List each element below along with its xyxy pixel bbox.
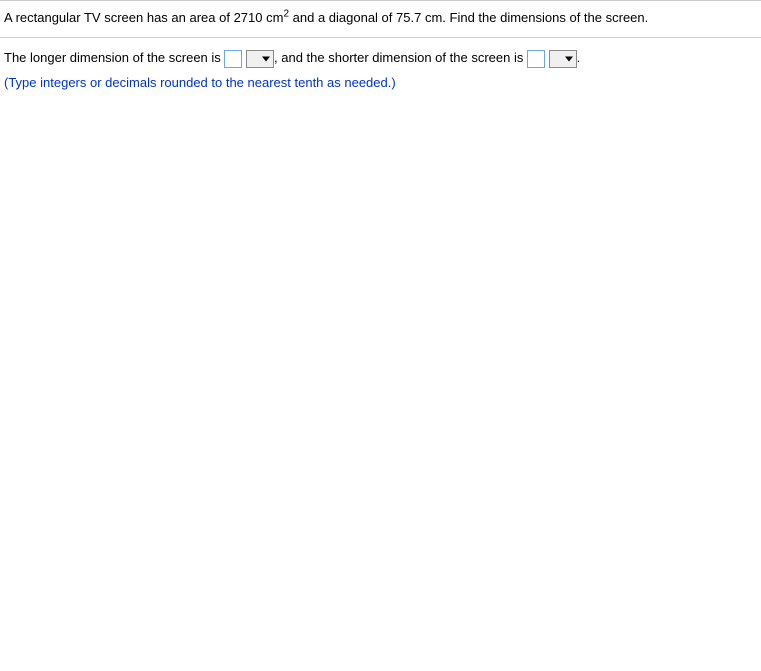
shorter-unit-select[interactable]: [549, 50, 577, 68]
area-value: 2710: [234, 10, 263, 25]
problem-statement: A rectangular TV screen has an area of 2…: [0, 0, 761, 38]
diagonal-unit: cm: [425, 10, 442, 25]
area-unit-base: cm: [266, 10, 283, 25]
answer-area: The longer dimension of the screen is , …: [0, 38, 761, 103]
problem-text-before-area: A rectangular TV screen has an area of: [4, 10, 234, 25]
answer-hint: (Type integers or decimals rounded to th…: [4, 71, 757, 96]
chevron-down-icon: [565, 56, 573, 61]
answer-line: The longer dimension of the screen is , …: [4, 46, 757, 71]
longer-dimension-input[interactable]: [224, 50, 242, 68]
answer-prefix-longer: The longer dimension of the screen is: [4, 50, 224, 65]
shorter-dimension-input[interactable]: [527, 50, 545, 68]
problem-text-after: . Find the dimensions of the screen.: [442, 10, 648, 25]
diagonal-value: 75.7: [396, 10, 421, 25]
chevron-down-icon: [262, 56, 270, 61]
answer-suffix: .: [577, 50, 581, 65]
problem-text-between: and a diagonal of: [289, 10, 396, 25]
longer-unit-select[interactable]: [246, 50, 274, 68]
answer-between: , and the shorter dimension of the scree…: [274, 50, 527, 65]
